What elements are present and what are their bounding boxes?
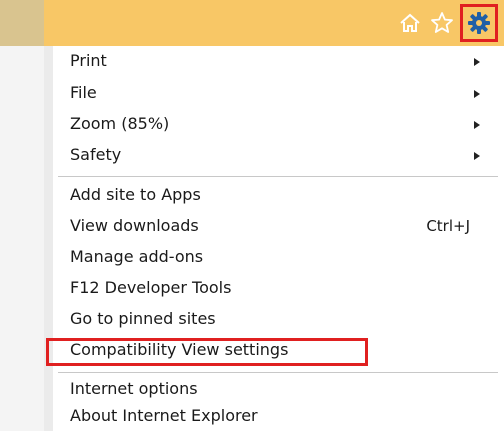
menu-item-label: Internet options	[70, 379, 198, 398]
menu-item-f12-developer-tools[interactable]: F12 Developer Tools	[70, 273, 490, 303]
tools-menu: Print File Zoom (85%) Safety Add site to…	[0, 46, 504, 431]
menu-item-label: Go to pinned sites	[70, 309, 216, 328]
submenu-arrow-icon	[474, 152, 480, 160]
highlight-box	[46, 338, 368, 366]
menu-gutter	[0, 46, 44, 431]
menu-item-safety[interactable]: Safety	[70, 140, 490, 170]
menu-item-zoom[interactable]: Zoom (85%)	[70, 109, 490, 139]
menu-item-about-internet-explorer[interactable]: About Internet Explorer	[70, 401, 490, 431]
tools-gear-button[interactable]	[460, 4, 498, 42]
menu-separator	[58, 372, 498, 373]
menu-item-label: Print	[70, 51, 107, 70]
star-icon[interactable]	[428, 9, 456, 37]
home-icon[interactable]	[396, 9, 424, 37]
menu-item-label: Manage add-ons	[70, 247, 204, 266]
menu-item-label: View downloads	[70, 216, 199, 235]
menu-item-label: Safety	[70, 145, 122, 164]
toolbar-left-segment	[0, 0, 44, 46]
submenu-arrow-icon	[474, 58, 480, 66]
gear-icon	[468, 12, 490, 34]
menu-item-file[interactable]: File	[70, 78, 490, 108]
menu-item-print[interactable]: Print	[70, 46, 490, 76]
menu-item-internet-options[interactable]: Internet options	[70, 374, 490, 404]
menu-item-label: File	[70, 83, 97, 102]
menu-item-label: Zoom (85%)	[70, 114, 170, 133]
menu-separator	[58, 176, 498, 177]
menu-edge	[44, 46, 53, 431]
menu-item-go-to-pinned-sites[interactable]: Go to pinned sites	[70, 304, 490, 334]
submenu-arrow-icon	[474, 90, 480, 98]
menu-item-label: Add site to Apps	[70, 185, 201, 204]
submenu-arrow-icon	[474, 121, 480, 129]
menu-item-manage-add-ons[interactable]: Manage add-ons	[70, 242, 490, 272]
menu-item-label: F12 Developer Tools	[70, 278, 232, 297]
menu-item-shortcut: Ctrl+J	[426, 217, 470, 235]
menu-item-label: About Internet Explorer	[70, 406, 258, 425]
menu-item-view-downloads[interactable]: View downloads Ctrl+J	[70, 211, 490, 241]
menu-item-add-site-to-apps[interactable]: Add site to Apps	[70, 180, 490, 210]
browser-toolbar	[0, 0, 504, 46]
